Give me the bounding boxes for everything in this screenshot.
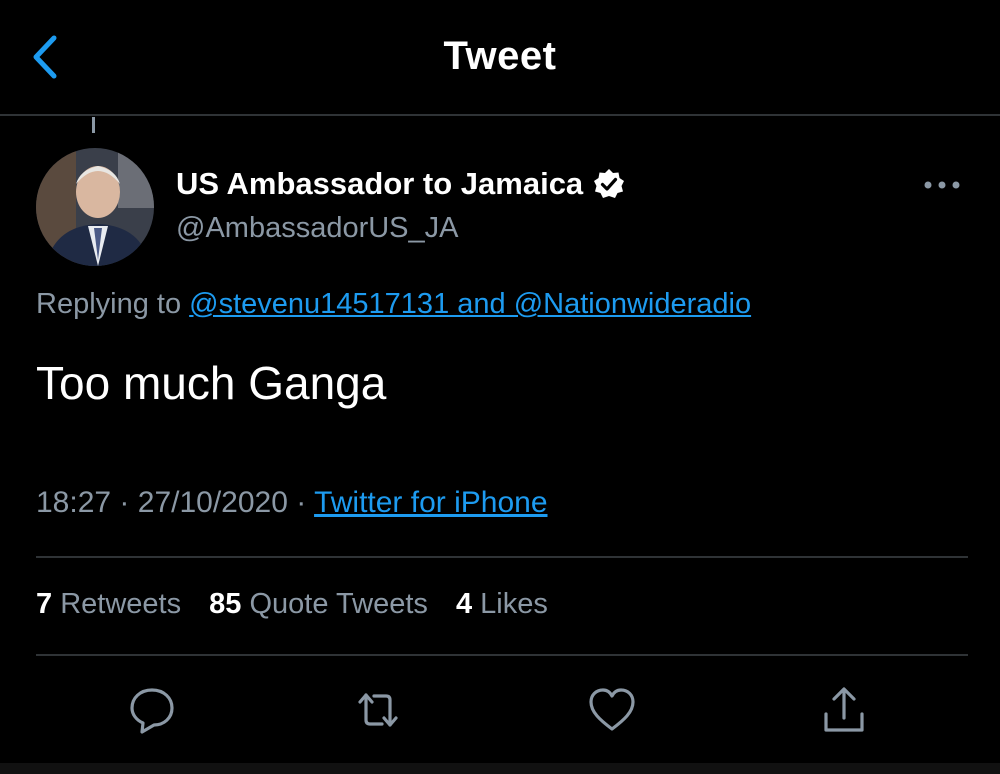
share-icon[interactable] (818, 684, 870, 736)
likes-label: Likes (480, 588, 548, 620)
meta-separator: · (296, 486, 307, 519)
tweet-stats: 7 Retweets 85 Quote Tweets 4 Likes (36, 588, 568, 621)
bottom-edge (0, 763, 1000, 774)
replying-to-label: Replying to (36, 288, 182, 320)
verified-badge-icon (594, 169, 625, 198)
more-options-icon[interactable] (920, 170, 964, 200)
author-name-row[interactable]: US Ambassador to Jamaica (176, 166, 625, 202)
tweet-source-link[interactable]: Twitter for iPhone (314, 486, 547, 519)
retweets-stat[interactable]: 7 Retweets (36, 588, 181, 620)
retweet-icon[interactable] (352, 684, 404, 736)
avatar[interactable] (36, 148, 154, 266)
tweet-text: Too much Ganga (36, 357, 387, 409)
meta-separator: · (119, 486, 130, 519)
divider (36, 654, 968, 656)
retweets-label: Retweets (60, 588, 182, 620)
quote-tweets-count: 85 (209, 588, 242, 620)
tweet-date: 27/10/2020 (137, 486, 288, 519)
reply-icon[interactable] (126, 684, 178, 736)
divider (36, 556, 968, 558)
tweet-meta: 18:27 · 27/10/2020 · Twitter for iPhone (36, 486, 548, 520)
thread-connector (92, 117, 95, 133)
quote-tweets-label: Quote Tweets (249, 588, 428, 620)
like-icon[interactable] (586, 684, 638, 736)
page-title: Tweet (443, 34, 557, 78)
author-name[interactable]: US Ambassador to Jamaica (176, 166, 583, 202)
retweets-count: 7 (36, 588, 53, 620)
quote-tweets-stat[interactable]: 85 Quote Tweets (209, 588, 428, 620)
top-bar: Tweet (0, 0, 1000, 116)
author-handle[interactable]: @AmbassadorUS_JA (176, 212, 459, 245)
likes-stat[interactable]: 4 Likes (456, 588, 548, 620)
tweet-time: 18:27 (36, 486, 112, 519)
replying-to: Replying to @stevenu14517131 and @Nation… (36, 288, 751, 321)
likes-count: 4 (455, 588, 473, 620)
reply-mentions-link[interactable]: @stevenu14517131 and @Nationwideradio (189, 288, 751, 320)
